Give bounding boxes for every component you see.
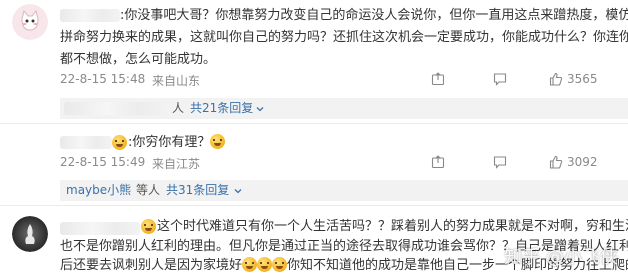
grinning-face-icon — [141, 219, 156, 234]
comment-location: 来自江苏 — [152, 157, 201, 171]
comment-text-line: 拼命努力换来的成果，这就叫你自己的努力吗？还抓住这次机会一定要成功，你能成功什么… — [60, 30, 628, 45]
comment-date: 22-8-15 15:48 — [60, 72, 146, 86]
comment-text-line: 都不想做，怎么可能成功。 — [60, 52, 217, 67]
like-count: 3565 — [567, 72, 598, 86]
username-blurred[interactable] — [60, 136, 112, 149]
reply-count-link[interactable]: 共21条回复 — [190, 98, 253, 119]
share-icon[interactable] — [430, 71, 446, 87]
chevron-down-icon[interactable] — [252, 101, 268, 117]
avatar[interactable] — [12, 216, 48, 252]
thumbs-up-icon[interactable] — [548, 154, 564, 170]
comment-text-segment: 后还要去讽刺别人是因为家境好 — [60, 258, 243, 273]
reply-username[interactable]: maybe小熊 — [66, 180, 131, 201]
comment-feed: :你没事吧大哥？你想靠努力改变自己的命运没人会说你，但你一直用这点来蹭热度，模仿… — [0, 0, 628, 273]
comment-date: 22-8-15 15:49 — [60, 155, 146, 169]
comment-location: 来自山东 — [152, 74, 201, 88]
watermark: 知乎 @小飞侠 — [504, 247, 618, 268]
comment-text-line: 这个时代难道只有你一个人生活苦吗？？踩着别人的努力成果就是不对啊，穷和生活苦 — [157, 219, 628, 234]
comment-text-body: 你穷你有理？ — [132, 135, 211, 150]
divider — [0, 205, 628, 206]
grinning-face-icon — [242, 257, 258, 272]
comment-text: :你穷你有理？ — [128, 133, 226, 152]
share-icon[interactable] — [430, 154, 446, 170]
comment-icon[interactable] — [492, 71, 508, 87]
reply-suffix: 人 — [172, 101, 185, 115]
grinning-face-icon — [257, 257, 273, 272]
like-count: 3092 — [567, 155, 598, 169]
grinning-face-icon — [210, 134, 226, 149]
grinning-face-icon — [112, 135, 127, 150]
divider — [0, 123, 628, 124]
chevron-down-icon[interactable] — [230, 183, 246, 199]
username-blurred[interactable] — [60, 9, 120, 22]
comment-text-line: :你没事吧大哥？你想靠努力改变自己的命运没人会说你，但你一直用这点来蹭热度，模仿… — [120, 8, 628, 23]
thumbs-up-icon[interactable] — [548, 71, 564, 87]
grinning-face-icon — [272, 257, 288, 272]
reply-usernames-blurred[interactable] — [64, 102, 170, 115]
reply-count-link[interactable]: 共31条回复 — [166, 180, 229, 201]
username-blurred[interactable] — [60, 222, 140, 235]
reply-suffix: 等人 — [136, 183, 161, 197]
avatar[interactable] — [12, 4, 48, 40]
comment-icon[interactable] — [492, 154, 508, 170]
